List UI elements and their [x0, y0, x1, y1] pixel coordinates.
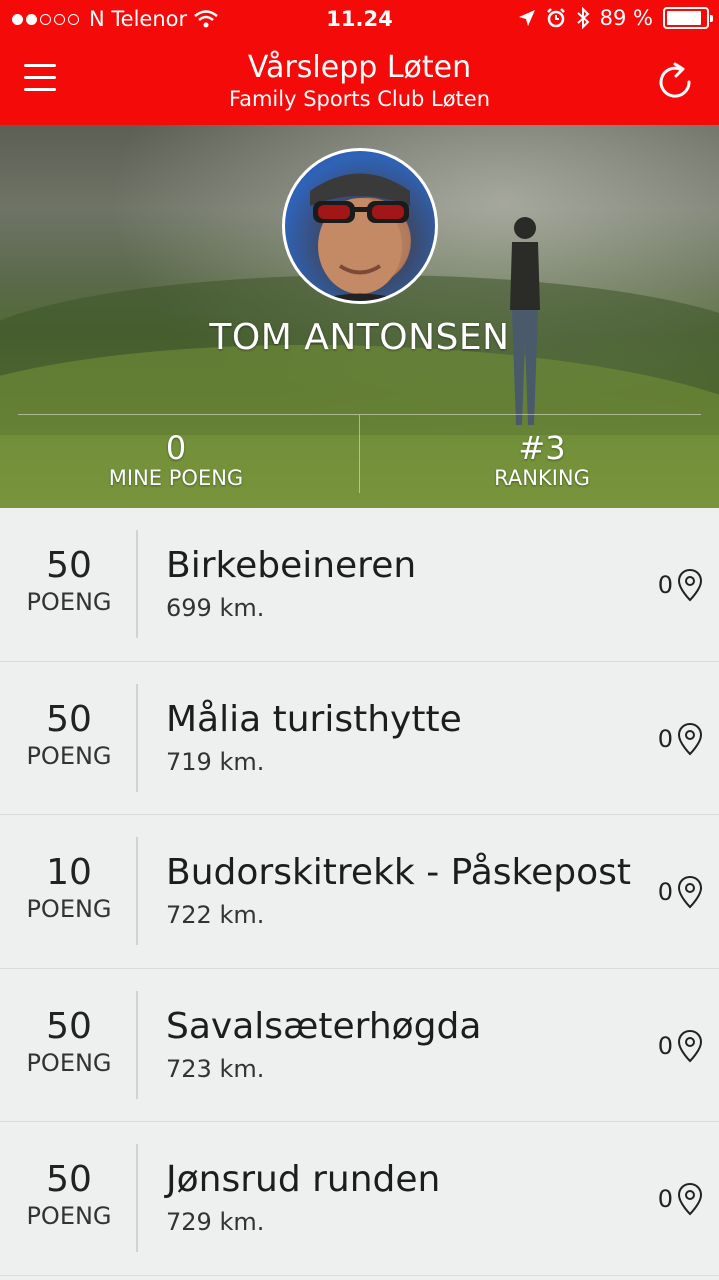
stats-separator [359, 415, 360, 493]
list-item[interactable]: 50 POENG Birkebeineren 699 km. 0 [0, 508, 719, 662]
list-item[interactable]: 10 POENG Budorskitrekk - Påskepost 722 k… [0, 815, 719, 969]
checkpoint-name: Savalsæterhøgda [166, 1005, 482, 1047]
ranking-stat: #3 RANKING [362, 430, 719, 490]
status-right: 89 % [518, 6, 713, 30]
checkpoint-name: Målia turisthytte [166, 698, 462, 740]
checkin-count-value: 0 [657, 571, 673, 599]
user-name: TOM ANTONSEN [209, 317, 510, 358]
list-item[interactable]: 50 POENG Jønsrud runden 729 km. 0 [0, 1122, 719, 1276]
points-value: 50 [46, 1159, 92, 1200]
points-block: 50 POENG [0, 1005, 138, 1077]
checkin-count: 0 [658, 722, 703, 756]
map-pin-icon [677, 1029, 703, 1062]
row-separator [136, 530, 138, 638]
ranking-value: #3 [518, 429, 566, 467]
profile-hero: TOM ANTONSEN 0 MINE POENG #3 RANKING [0, 125, 719, 508]
checkin-count: 0 [658, 568, 703, 602]
my-points-stat: 0 MINE POENG [0, 430, 356, 490]
avatar[interactable] [282, 148, 438, 304]
checkpoint-distance: 729 km. [166, 1208, 265, 1236]
battery-level-fill [667, 11, 701, 25]
bluetooth-icon [576, 7, 590, 29]
points-value: 10 [46, 852, 92, 893]
my-points-value: 0 [165, 429, 187, 467]
page-subtitle: Family Sports Club Løten [228, 87, 491, 111]
map-pin-icon [677, 1182, 703, 1216]
avatar-photo [310, 173, 410, 301]
my-points-label: MINE POENG [108, 466, 244, 490]
alarm-icon [546, 8, 565, 28]
app-header: N Telenor 11.24 89 % Vårslepp Løten Fami… [0, 0, 719, 125]
row-separator [136, 837, 138, 945]
row-separator [136, 1144, 138, 1252]
checkin-count: 0 [658, 1029, 703, 1063]
checkpoint-distance: 723 km. [166, 1054, 265, 1083]
battery-icon [663, 7, 713, 29]
checkin-count: 0 [658, 875, 703, 909]
points-unit: POENG [26, 895, 112, 923]
points-block: 10 POENG [0, 851, 138, 923]
navigation-bar: Vårslepp Løten Family Sports Club Løten [0, 40, 719, 125]
list-item[interactable]: 50 POENG Savalsæterhøgda 723 km. 0 [0, 968, 719, 1122]
refresh-icon[interactable] [653, 60, 697, 104]
points-value: 50 [46, 1005, 92, 1047]
checkin-count-value: 0 [657, 1031, 673, 1060]
page-title: Vårslepp Løten [247, 50, 472, 85]
checkpoint-name: Budorskitrekk - Påskepost [166, 852, 632, 893]
checkpoint-list: 50 POENG Birkebeineren 699 km. 0 50 POEN… [0, 508, 719, 1276]
ranking-label: RANKING [494, 466, 590, 490]
map-pin-icon [677, 875, 703, 909]
points-block: 50 POENG [0, 1158, 138, 1230]
checkpoint-distance: 722 km. [166, 901, 265, 929]
points-unit: POENG [26, 1048, 112, 1077]
points-value: 50 [46, 545, 92, 586]
points-value: 50 [46, 698, 92, 740]
battery-percentage: 89 % [599, 6, 653, 30]
points-unit: POENG [26, 588, 112, 616]
row-separator [136, 683, 138, 792]
checkin-count-value: 0 [657, 878, 673, 906]
checkin-count: 0 [658, 1182, 703, 1216]
points-block: 50 POENG [0, 544, 138, 616]
checkpoint-name: Birkebeineren [166, 545, 417, 586]
points-unit: POENG [26, 1202, 112, 1230]
map-pin-icon [677, 722, 703, 755]
checkin-count-value: 0 [657, 724, 673, 753]
points-block: 50 POENG [0, 698, 138, 770]
checkpoint-name: Jønsrud runden [166, 1159, 441, 1200]
list-item[interactable]: 50 POENG Målia turisthytte 719 km. 0 [0, 661, 719, 815]
location-arrow-icon [518, 10, 535, 26]
status-bar: N Telenor 11.24 89 % [0, 0, 719, 40]
checkin-count-value: 0 [657, 1185, 673, 1213]
row-separator [136, 990, 138, 1099]
checkpoint-distance: 719 km. [166, 747, 265, 776]
map-pin-icon [677, 568, 703, 602]
nav-titles: Vårslepp Løten Family Sports Club Løten [0, 50, 719, 112]
checkpoint-distance: 699 km. [166, 594, 265, 622]
points-unit: POENG [26, 741, 112, 770]
